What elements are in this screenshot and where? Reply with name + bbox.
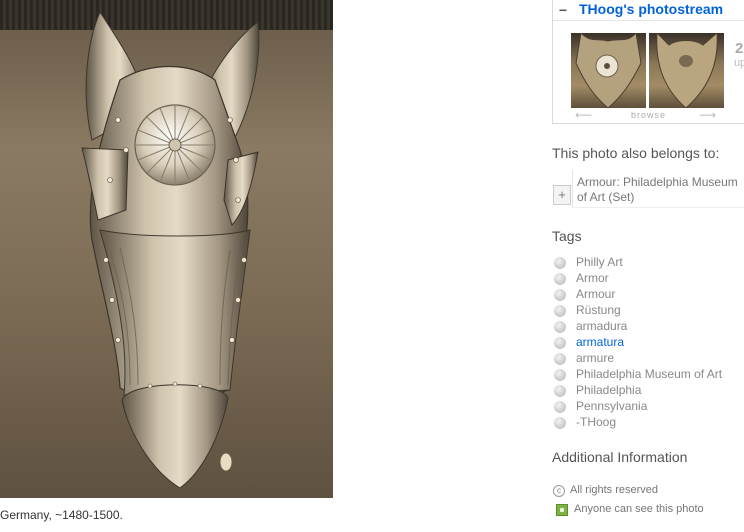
collapse-icon[interactable]: − [555,1,571,19]
thumbnail-image [575,33,642,108]
visibility-text: Anyone can see this photo [574,503,704,515]
thumbnail-image [656,33,718,108]
set-link[interactable]: Armour: Philadelphia Museum of Art (Set) [577,175,744,205]
set-panel: Armour: Philadelphia Museum of Art (Set) [572,170,744,208]
tag-link[interactable]: Armor [576,271,609,285]
arrow-left-icon[interactable]: ⟵ [575,109,593,121]
license-row: c All rights reserved [553,484,733,498]
tag-globe-icon[interactable] [554,417,566,429]
add-to-set-button[interactable]: + [553,185,571,205]
photostream-count-label: up [734,57,744,69]
photostream-thumbnail[interactable] [649,33,724,108]
photo-caption: Germany, ~1480-1500. [0,508,123,522]
tag-globe-icon[interactable] [554,305,566,317]
additional-info-heading: Additional Information [552,449,688,465]
tag-globe-icon[interactable] [554,353,566,365]
tag-globe-icon[interactable] [554,273,566,285]
horse-armor-image [81,10,260,489]
arrow-right-icon[interactable]: ⟶ [699,109,717,121]
tag-globe-icon[interactable] [554,385,566,397]
license-text[interactable]: All rights reserved [570,484,658,496]
public-visibility-icon [556,504,568,516]
tag-link[interactable]: Armour [576,287,615,301]
tag-link[interactable]: armatura [576,335,624,349]
tag-link[interactable]: armure [576,351,614,365]
photostream-nav: ⟵ browse ⟶ [571,109,724,121]
tag-link[interactable]: -THoog [576,415,616,429]
photostream-header: − THoog's photostream [553,0,744,21]
tag-link[interactable]: armadura [576,319,627,333]
tag-globe-icon[interactable] [554,337,566,349]
tag-globe-icon[interactable] [554,369,566,381]
set-item: + Armour: Philadelphia Museum of Art (Se… [552,170,744,208]
sets-heading: This photo also belongs to: [552,145,720,161]
copyright-icon: c [553,485,565,497]
tags-heading: Tags [552,228,582,244]
tag-globe-icon[interactable] [554,321,566,333]
tag-globe-icon[interactable] [554,257,566,269]
photostream-thumbnail[interactable] [571,33,646,108]
photostream-panel: − THoog's photostream 2 up ⟵ browse ⟶ [552,0,744,124]
tag-link[interactable]: Philadelphia Museum of Art [576,367,722,381]
tag-globe-icon[interactable] [554,289,566,301]
photostream-title[interactable]: THoog's photostream [579,1,723,17]
tag-link[interactable]: Pennsylvania [576,399,647,413]
photostream-count: 2 [735,40,744,57]
main-photo[interactable] [0,0,333,498]
browse-link[interactable]: browse [631,110,666,120]
visibility-row: Anyone can see this photo [553,503,743,517]
tag-link[interactable]: Rüstung [576,303,621,317]
tag-link[interactable]: Philadelphia [576,383,641,397]
tag-globe-icon[interactable] [554,401,566,413]
tag-link[interactable]: Philly Art [576,255,623,269]
